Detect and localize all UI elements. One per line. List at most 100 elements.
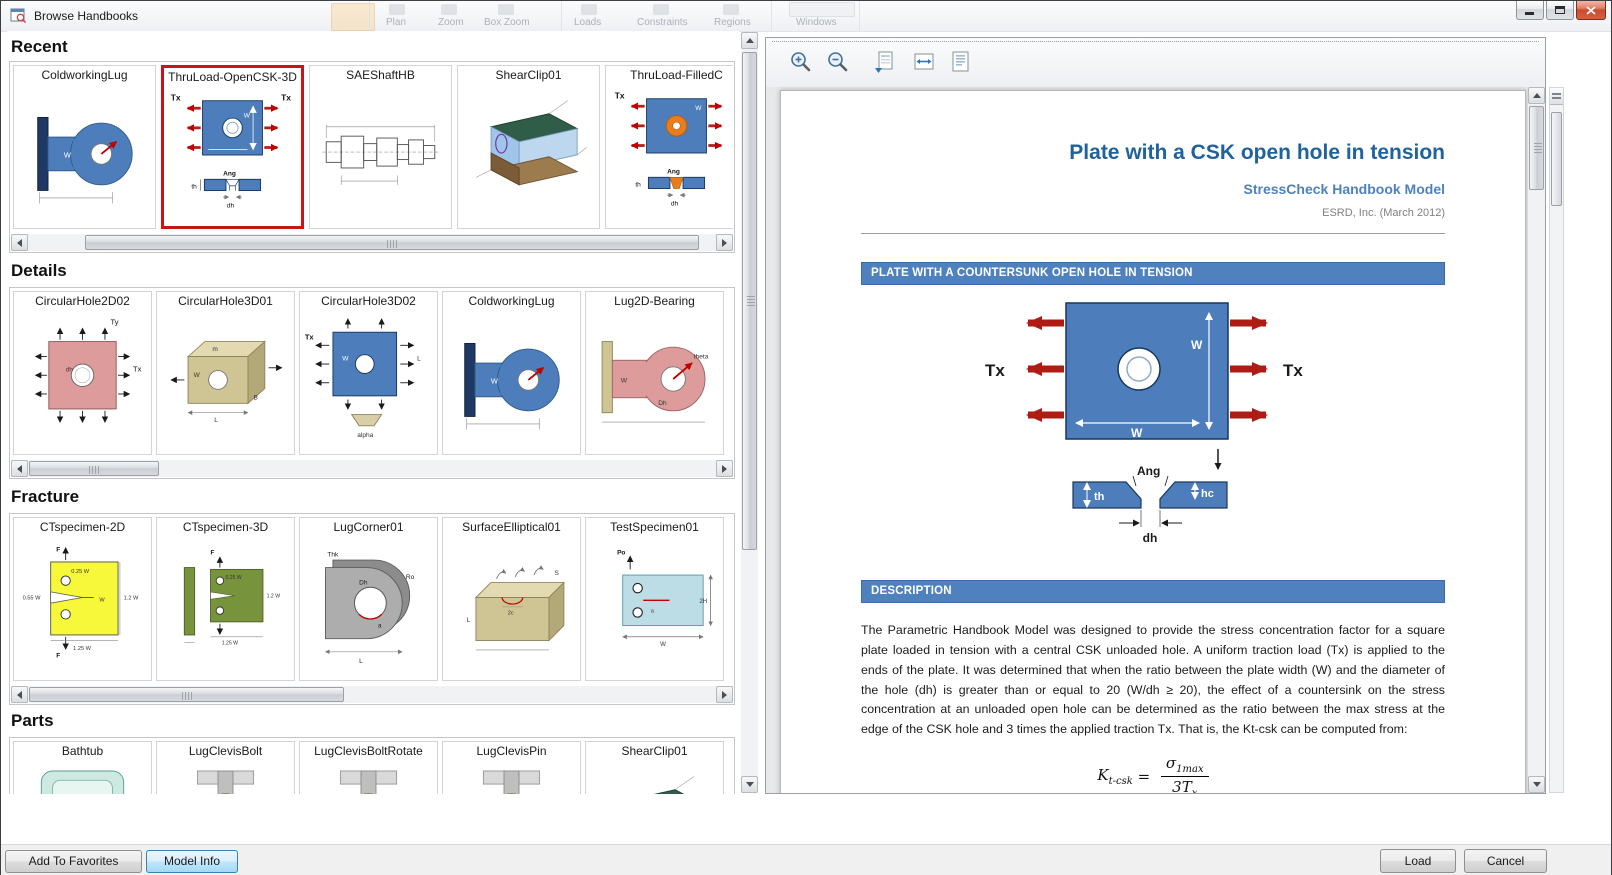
fit-width-button[interactable]	[909, 47, 939, 77]
preview-toolbar	[766, 38, 1545, 88]
diagram-label-hc: hc	[1201, 488, 1214, 500]
scroll-left-button[interactable]	[11, 234, 28, 251]
handbook-card-shearclip01[interactable]: ShearClip01	[457, 65, 600, 229]
scrollbar-thumb[interactable]	[29, 687, 344, 702]
add-to-favorites-button[interactable]: Add To Favorites	[5, 850, 142, 873]
handbook-card-label: ShearClip01	[458, 66, 599, 84]
handbook-card-surfaceelliptical01[interactable]: SurfaceElliptical01	[442, 517, 581, 681]
header-rule	[861, 233, 1445, 234]
scrollbar-thumb[interactable]	[29, 461, 159, 476]
handbook-list-vertical-scrollbar[interactable]	[741, 32, 758, 793]
titlebar: Browse Handbooks Plan Zoom Box Zoom Load…	[1, 1, 1611, 32]
handbook-card-saeshafthb[interactable]: SAEShaftHB	[309, 65, 452, 229]
ghost-ribbon-icon	[723, 4, 739, 15]
scrollbar-thumb[interactable]	[742, 52, 757, 550]
scrollbar-thumb[interactable]	[1551, 112, 1562, 206]
ghost-ribbon-button	[789, 2, 855, 17]
recent-horizontal-scrollbar[interactable]	[11, 234, 733, 251]
formula-lhs-sub: t-csk	[1109, 776, 1133, 787]
handbook-thumbnail	[446, 760, 577, 794]
load-button[interactable]: Load	[1380, 849, 1456, 873]
handbook-thumbnail	[17, 760, 148, 794]
ghost-ribbon-icon	[498, 4, 514, 15]
scroll-right-button[interactable]	[716, 234, 733, 251]
formula-lhs: K	[1097, 766, 1108, 784]
formula-denominator-sub: x	[1192, 788, 1198, 793]
outer-scrollbar[interactable]	[1549, 87, 1564, 793]
diagram-label-dh: dh	[1143, 531, 1158, 545]
scroll-right-button[interactable]	[716, 686, 733, 703]
handbook-thumbnail	[303, 536, 434, 674]
window-title: Browse Handbooks	[34, 9, 138, 23]
handbook-card-lugclevispin[interactable]: LugClevisPin	[442, 741, 581, 794]
handbook-card-label: Bathtub	[14, 742, 151, 760]
ghost-ribbon-icon	[581, 4, 597, 15]
zoom-in-icon	[788, 49, 814, 75]
handbook-card-shearclip01-2[interactable]: ShearClip01	[585, 741, 724, 794]
model-info-button[interactable]: Model Info	[146, 850, 238, 873]
scroll-left-button[interactable]	[11, 686, 28, 703]
zoom-out-button[interactable]	[823, 47, 853, 77]
parts-cards-row: Bathtub LugClevisBolt LugClevisBoltRotat…	[11, 739, 733, 794]
window-controls	[1516, 1, 1606, 20]
recent-cards-row: ColdworkingLug ThruLoad-OpenCSK-3D SAESh…	[11, 63, 733, 234]
handbook-card-label: ColdworkingLug	[443, 292, 580, 310]
maximize-button[interactable]	[1546, 1, 1574, 20]
handbook-card-ctspecimen-3d[interactable]: CTspecimen-3D	[156, 517, 295, 681]
scroll-up-button[interactable]	[1528, 87, 1545, 104]
ghost-ribbon-item-loads: Loads	[574, 17, 601, 28]
handbook-card-label: LugClevisBoltRotate	[300, 742, 437, 760]
splitter-button[interactable]	[1550, 88, 1563, 105]
scroll-left-button[interactable]	[11, 460, 28, 477]
close-button[interactable]	[1576, 1, 1606, 20]
details-horizontal-scrollbar[interactable]	[11, 460, 733, 477]
scrollbar-thumb[interactable]	[1529, 106, 1544, 190]
handbook-card-bathtub[interactable]: Bathtub	[13, 741, 152, 794]
splitter-icon	[1552, 92, 1561, 101]
scroll-right-button[interactable]	[716, 460, 733, 477]
handbook-card-ctspecimen-2d[interactable]: CTspecimen-2D	[13, 517, 152, 681]
handbook-card-thruload-filledcsk[interactable]: ThruLoad-FilledC	[605, 65, 733, 229]
handbook-card-label: CTspecimen-3D	[157, 518, 294, 536]
section-title-details: Details	[11, 261, 67, 281]
fracture-cards-row: CTspecimen-2D CTspecimen-3D LugCorner01 …	[11, 515, 733, 686]
reading-view-icon	[948, 49, 974, 75]
handbook-card-lugclevisboltrotate[interactable]: LugClevisBoltRotate	[299, 741, 438, 794]
handbook-thumbnail	[303, 760, 434, 794]
cancel-button[interactable]: Cancel	[1464, 849, 1547, 873]
actual-size-icon	[872, 49, 898, 75]
handbook-card-circularhole2d02[interactable]: CircularHole2D02	[13, 291, 152, 455]
fracture-horizontal-scrollbar[interactable]	[11, 686, 733, 703]
description-paragraph: The Parametric Handbook Model was design…	[861, 621, 1445, 740]
section-parts: Bathtub LugClevisBolt LugClevisBoltRotat…	[9, 737, 735, 794]
handbook-thumbnail	[303, 310, 434, 448]
document-title: Plate with a CSK open hole in tension	[861, 141, 1445, 165]
scroll-down-button[interactable]	[1528, 776, 1545, 793]
handbook-card-lugclevisbolt[interactable]: LugClevisBolt	[156, 741, 295, 794]
scroll-up-button[interactable]	[741, 32, 758, 49]
scroll-down-button[interactable]	[741, 776, 758, 793]
ghost-ribbon-icon	[653, 4, 669, 15]
handbook-card-circularhole3d01[interactable]: CircularHole3D01	[156, 291, 295, 455]
actual-size-button[interactable]	[870, 47, 900, 77]
minimize-icon	[1525, 5, 1535, 15]
handbook-card-label: ColdworkingLug	[14, 66, 155, 84]
preview-vertical-scrollbar[interactable]	[1528, 87, 1545, 793]
minimize-button[interactable]	[1516, 1, 1544, 20]
scrollbar-thumb[interactable]	[85, 235, 699, 250]
handbook-card-lugcorner01[interactable]: LugCorner01	[299, 517, 438, 681]
reading-view-button[interactable]	[946, 47, 976, 77]
handbook-card-lug2d-bearing[interactable]: Lug2D-Bearing	[585, 291, 724, 455]
zoom-in-button[interactable]	[786, 47, 816, 77]
handbook-card-testspecimen01[interactable]: TestSpecimen01	[585, 517, 724, 681]
ghost-ribbon-item-windows: Windows	[796, 17, 837, 28]
handbook-card-thruload-opencsk-3d[interactable]: ThruLoad-OpenCSK-3D	[161, 65, 304, 229]
handbook-card-coldworkinglug-2[interactable]: ColdworkingLug	[442, 291, 581, 455]
handbook-thumbnail	[589, 536, 720, 674]
ghost-ribbon-item-regions: Regions	[714, 17, 751, 28]
handbook-card-circularhole3d02[interactable]: CircularHole3D02	[299, 291, 438, 455]
browse-handbooks-window: Browse Handbooks Plan Zoom Box Zoom Load…	[0, 0, 1612, 875]
handbook-thumbnail	[17, 536, 148, 674]
handbook-card-coldworkinglug[interactable]: ColdworkingLug	[13, 65, 156, 229]
handbook-card-label: LugCorner01	[300, 518, 437, 536]
